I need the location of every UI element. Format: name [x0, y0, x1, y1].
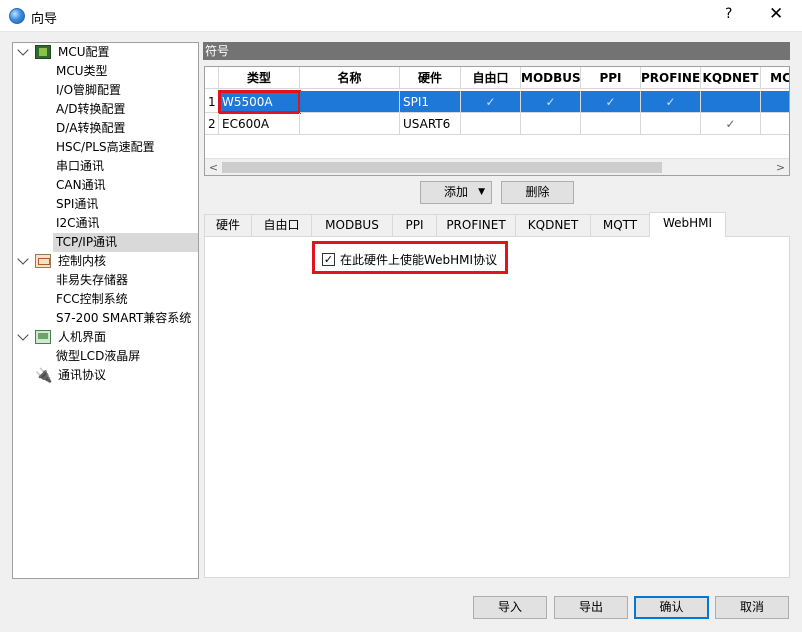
chevron-down-icon[interactable]: [17, 253, 29, 265]
tree-item-label: 通讯协议: [58, 368, 107, 382]
ok-button[interactable]: 确认: [634, 596, 709, 619]
scrollbar-thumb[interactable]: [222, 162, 662, 173]
type-cell[interactable]: EC600A: [219, 113, 300, 135]
protocol-check-cell[interactable]: [521, 113, 581, 135]
webhmi-enable-checkbox[interactable]: ✓: [322, 253, 335, 266]
column-header[interactable]: PROFINET: [641, 67, 701, 89]
tree-item[interactable]: 🔌 通讯协议: [13, 366, 198, 385]
protocol-check-cell[interactable]: ✓: [641, 91, 701, 113]
tab-webhmi[interactable]: WebHMI: [649, 212, 726, 237]
dropdown-arrow-icon[interactable]: ▼: [478, 182, 485, 203]
tree-item-label: 串口通讯: [56, 159, 105, 173]
tree-item-label: 非易失存储器: [56, 273, 129, 287]
tree-item-label: I/O管脚配置: [56, 83, 122, 97]
protocol-check-cell[interactable]: ✓: [521, 91, 581, 113]
tab-mqtt[interactable]: MQTT: [590, 214, 650, 236]
tree-item-label: TCP/IP通讯: [56, 235, 118, 249]
tree-item-label: I2C通讯: [56, 216, 100, 230]
globe-icon: [9, 8, 25, 24]
tree-item[interactable]: MCU配置: [13, 43, 198, 62]
tree-item-label: FCC控制系统: [56, 292, 128, 306]
corner-header: [205, 67, 219, 89]
mcu-chip-icon: [35, 45, 51, 59]
column-header[interactable]: MC: [761, 67, 789, 89]
protocol-check-cell[interactable]: [761, 113, 789, 135]
tree-item-label: 控制内核: [58, 254, 107, 268]
cancel-button[interactable]: 取消: [715, 596, 789, 619]
tree-item[interactable]: 控制内核: [13, 252, 198, 271]
tree-item-label: 人机界面: [58, 330, 107, 344]
protocol-check-cell[interactable]: ✓: [581, 91, 641, 113]
close-button[interactable]: ✕: [769, 4, 783, 24]
protocol-check-cell[interactable]: ✓: [461, 91, 521, 113]
add-button[interactable]: 添加 ▼: [420, 181, 492, 204]
protocol-check-cell[interactable]: [761, 91, 789, 113]
protocol-check-cell[interactable]: [701, 91, 761, 113]
hardware-cell[interactable]: SPI1: [400, 91, 461, 113]
protocol-check-cell[interactable]: ✓: [701, 113, 761, 135]
row-number[interactable]: 2: [205, 113, 219, 135]
navigation-tree: MCU配置 MCU类型 I/O管脚配置 A/D转换配置 D/A转换配置 HSC/PLS高速…: [12, 42, 199, 579]
name-cell[interactable]: [300, 91, 400, 113]
hmi-screen-icon: [35, 330, 51, 344]
add-button-label: 添加: [443, 185, 468, 199]
protocol-check-cell[interactable]: [461, 113, 521, 135]
import-button[interactable]: 导入: [473, 596, 547, 619]
tree-item[interactable]: 人机界面: [13, 328, 198, 347]
tree-item[interactable]: TCP/IP通讯: [53, 233, 198, 252]
window-title: 向导: [31, 12, 58, 27]
column-header[interactable]: 类型: [219, 67, 300, 89]
tab-硬件[interactable]: 硬件: [204, 214, 252, 236]
tab-modbus[interactable]: MODBUS: [311, 214, 393, 236]
tab-ppi[interactable]: PPI: [392, 214, 437, 236]
protocol-check-cell[interactable]: [581, 113, 641, 135]
webhmi-enable-label[interactable]: 在此硬件上使能WebHMI协议: [340, 251, 497, 268]
name-cell[interactable]: [300, 113, 400, 135]
tree-item-label: S7-200 SMART兼容系统: [56, 311, 192, 325]
tree-item-label: CAN通讯: [56, 178, 106, 192]
tab-自由口[interactable]: 自由口: [251, 214, 312, 236]
symbol-table: < > 类型名称硬件自由口MODBUSPPIPROFINETKQDNETMC 1W…: [204, 66, 790, 176]
hardware-cell[interactable]: USART6: [400, 113, 461, 135]
column-header[interactable]: KQDNET: [701, 67, 761, 89]
scroll-left-icon[interactable]: <: [205, 159, 222, 175]
export-button[interactable]: 导出: [554, 596, 628, 619]
tree-item-label: HSC/PLS高速配置: [56, 140, 155, 154]
tree-item-label: 微型LCD液晶屏: [56, 349, 141, 363]
protocol-check-cell[interactable]: [641, 113, 701, 135]
tab-profinet[interactable]: PROFINET: [436, 214, 516, 236]
webhmi-tab-panel: ✓ 在此硬件上使能WebHMI协议: [204, 236, 790, 578]
control-core-icon: [35, 254, 51, 268]
title-bar: 向导 ? ✕: [0, 0, 802, 32]
column-header[interactable]: 自由口: [461, 67, 521, 89]
tree-item-label: MCU配置: [58, 45, 110, 59]
column-header[interactable]: 硬件: [400, 67, 461, 89]
tree-item-label: D/A转换配置: [56, 121, 126, 135]
tree-item-label: MCU类型: [56, 64, 108, 78]
plug-icon: 🔌: [35, 368, 53, 384]
column-header[interactable]: MODBUS: [521, 67, 581, 89]
horizontal-scrollbar[interactable]: < >: [205, 158, 789, 175]
column-header[interactable]: PPI: [581, 67, 641, 89]
symbol-panel-header: 符号: [203, 42, 790, 60]
scroll-right-icon[interactable]: >: [772, 159, 789, 175]
webhmi-enable-highlight: ✓ 在此硬件上使能WebHMI协议: [312, 241, 508, 274]
help-button[interactable]: ?: [725, 6, 732, 22]
chevron-down-icon[interactable]: [17, 44, 29, 56]
column-header[interactable]: 名称: [300, 67, 400, 89]
delete-button[interactable]: 删除: [501, 181, 574, 204]
type-cell[interactable]: W5500A: [218, 90, 301, 114]
tree-item-label: A/D转换配置: [56, 102, 126, 116]
row-number[interactable]: 1: [205, 91, 219, 113]
tab-kqdnet[interactable]: KQDNET: [515, 214, 591, 236]
chevron-down-icon[interactable]: [17, 329, 29, 341]
tree-item-label: SPI通讯: [56, 197, 99, 211]
